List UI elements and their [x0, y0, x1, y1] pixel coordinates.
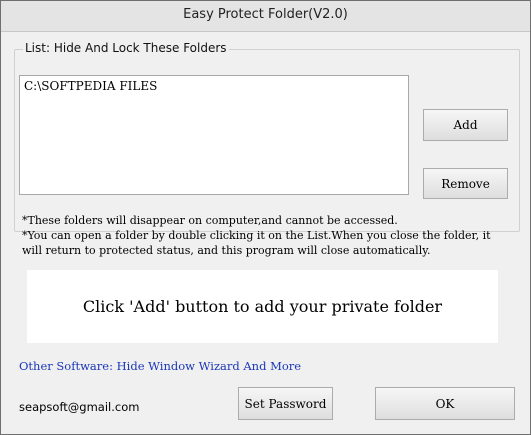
client-area: List: Hide And Lock These Folders C:\SOF… — [9, 32, 522, 428]
note-line: *You can open a folder by double clickin… — [22, 229, 491, 242]
set-password-button[interactable]: Set Password — [238, 387, 333, 420]
contact-email: seapsoft@gmail.com — [19, 400, 140, 414]
folder-list-group-label: List: Hide And Lock These Folders — [23, 41, 229, 55]
app-window: Easy Protect Folder(V2.0) List: Hide And… — [0, 0, 531, 435]
window-title: Easy Protect Folder(V2.0) — [183, 7, 348, 22]
folder-list-groupbox: List: Hide And Lock These Folders C:\SOF… — [14, 41, 520, 232]
note-line: will return to protected status, and thi… — [22, 244, 431, 257]
ok-button[interactable]: OK — [375, 387, 515, 420]
info-panel: Click 'Add' button to add your private f… — [27, 270, 498, 343]
title-bar[interactable]: Easy Protect Folder(V2.0) — [1, 1, 530, 32]
folder-listbox[interactable]: C:\SOFTPEDIA FILES — [19, 75, 409, 195]
notes-text: *These folders will disappear on compute… — [22, 213, 512, 258]
remove-button[interactable]: Remove — [423, 168, 508, 199]
add-button[interactable]: Add — [423, 109, 508, 141]
list-item[interactable]: C:\SOFTPEDIA FILES — [24, 79, 157, 93]
other-software-link[interactable]: Other Software: Hide Window Wizard And M… — [19, 359, 301, 373]
note-line: *These folders will disappear on compute… — [22, 214, 398, 227]
info-message: Click 'Add' button to add your private f… — [82, 297, 443, 316]
